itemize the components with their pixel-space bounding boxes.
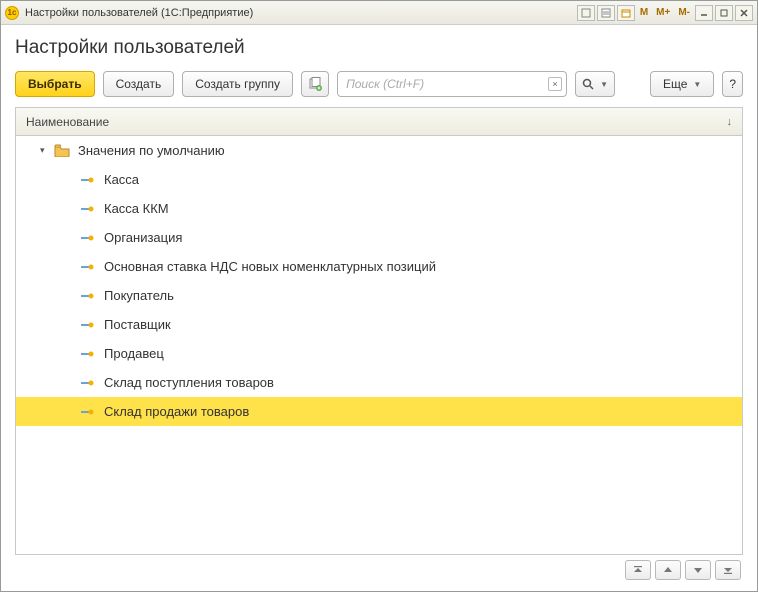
nav-up-button[interactable] <box>655 560 681 580</box>
window-title: Настройки пользователей (1С:Предприятие) <box>25 7 253 19</box>
chevron-down-icon: ▼ <box>693 80 701 89</box>
item-label: Касса <box>104 172 139 187</box>
item-label: Поставщик <box>104 317 171 332</box>
search-input[interactable] <box>346 77 548 91</box>
tree-item-row[interactable]: Касса ККМ <box>16 194 742 223</box>
search-button[interactable]: ▼ <box>575 71 615 97</box>
create-button[interactable]: Создать <box>103 71 175 97</box>
nav-first-button[interactable] <box>625 560 651 580</box>
chevron-down-icon: ▼ <box>600 80 608 89</box>
tree-item-row[interactable]: Основная ставка НДС новых номенклатурных… <box>16 252 742 281</box>
close-icon[interactable] <box>735 5 753 21</box>
maximize-icon[interactable] <box>715 5 733 21</box>
tree-item-row[interactable]: Склад продажи товаров <box>16 397 742 426</box>
group-label: Значения по умолчанию <box>78 143 225 158</box>
memory-mplus-button[interactable]: M+ <box>653 5 673 21</box>
column-header-name: Наименование <box>26 115 109 129</box>
item-label: Склад поступления товаров <box>104 375 274 390</box>
collapse-icon[interactable]: ▾ <box>40 145 50 156</box>
search-icon <box>582 78 594 90</box>
sort-indicator-icon: ↓ <box>727 116 733 128</box>
more-label: Еще <box>663 77 687 91</box>
titlebar: 1c Настройки пользователей (1С:Предприят… <box>1 1 757 25</box>
tree-item-row[interactable]: Поставщик <box>16 310 742 339</box>
create-group-button[interactable]: Создать группу <box>182 71 293 97</box>
window-root: 1c Настройки пользователей (1С:Предприят… <box>0 0 758 592</box>
calendar-icon[interactable] <box>617 5 635 21</box>
nav-down-button[interactable] <box>685 560 711 580</box>
nav-last-button[interactable] <box>715 560 741 580</box>
copy-button[interactable] <box>301 71 329 97</box>
more-button[interactable]: Еще ▼ <box>650 71 714 97</box>
tree-item-row[interactable]: Склад поступления товаров <box>16 368 742 397</box>
copy-icon <box>308 77 322 91</box>
titlebar-tool-1[interactable] <box>577 5 595 21</box>
search-field[interactable]: × <box>337 71 567 97</box>
select-button[interactable]: Выбрать <box>15 71 95 97</box>
memory-mminus-button[interactable]: M- <box>675 5 693 21</box>
minimize-icon[interactable] <box>695 5 713 21</box>
item-label: Организация <box>104 230 182 245</box>
toolbar: Выбрать Создать Создать группу × ▼ Еще ▼… <box>15 71 743 97</box>
calculator-icon[interactable] <box>597 5 615 21</box>
grid-body[interactable]: ▾ Значения по умолчанию Касса Касса ККМ Орга… <box>16 136 742 554</box>
tree-item-row[interactable]: Организация <box>16 223 742 252</box>
content-area: Настройки пользователей Выбрать Создать … <box>1 25 757 591</box>
page-title: Настройки пользователей <box>15 37 743 59</box>
grid-header[interactable]: Наименование ↓ <box>16 108 742 136</box>
footer-nav <box>15 555 743 581</box>
item-label: Продавец <box>104 346 164 361</box>
tree-item-row[interactable]: Покупатель <box>16 281 742 310</box>
tree-item-row[interactable]: Касса <box>16 165 742 194</box>
item-label: Касса ККМ <box>104 201 169 216</box>
item-label: Основная ставка НДС новых номенклатурных… <box>104 259 436 274</box>
tree-item-row[interactable]: Продавец <box>16 339 742 368</box>
item-label: Склад продажи товаров <box>104 404 249 419</box>
memory-m-button[interactable]: M <box>637 5 651 21</box>
clear-search-icon[interactable]: × <box>548 77 562 91</box>
tree-group-row[interactable]: ▾ Значения по умолчанию <box>16 136 742 165</box>
tree-grid: Наименование ↓ ▾ Значения по умолчанию Кас… <box>15 107 743 555</box>
help-button[interactable]: ? <box>722 71 743 97</box>
app-icon: 1c <box>5 6 19 20</box>
item-label: Покупатель <box>104 288 174 303</box>
